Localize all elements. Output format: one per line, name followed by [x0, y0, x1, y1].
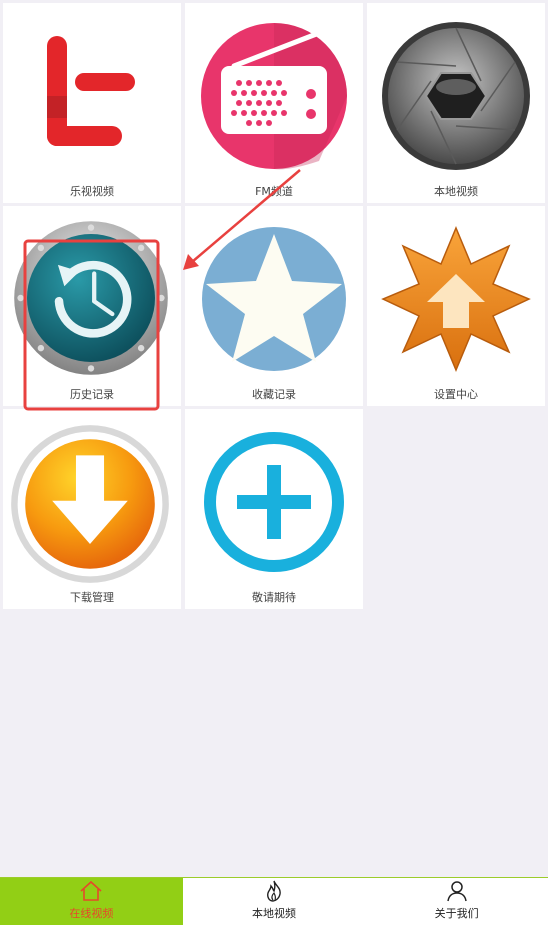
letv-logo-icon — [47, 36, 135, 146]
tab-online-video[interactable]: 在线视频 — [0, 878, 183, 925]
bottom-tab-bar: 在线视频 本地视频 关于我们 — [0, 877, 548, 925]
tile-label: 本地视频 — [434, 185, 478, 198]
flame-icon — [267, 880, 281, 902]
plus-circle-icon — [204, 432, 344, 572]
tile-download-manager[interactable]: 下载管理 — [3, 409, 181, 609]
tile-settings-center[interactable]: 设置中心 — [367, 206, 545, 406]
tile-label: 乐视视频 — [70, 185, 114, 198]
tile-letv-video[interactable]: 乐视视频 — [3, 3, 181, 203]
tile-label: 设置中心 — [434, 388, 478, 401]
download-arrow-icon — [11, 425, 169, 583]
settings-upload-icon — [381, 226, 531, 372]
radio-icon — [201, 23, 347, 170]
star-icon — [202, 227, 346, 371]
tile-coming-soon[interactable]: 敬请期待 — [185, 409, 363, 609]
camera-aperture-icon — [382, 22, 530, 170]
tile-history[interactable]: 历史记录 — [3, 206, 181, 406]
tab-label: 本地视频 — [252, 907, 296, 920]
tab-local-video[interactable]: 本地视频 — [183, 878, 366, 925]
tile-fm-channel[interactable]: FM频道 — [185, 3, 363, 203]
app-grid: 乐视视频 FM频道 本地视频 历史记录 收藏记录 设置中心 下载管理 敬请期待 — [3, 3, 545, 609]
home-icon — [80, 880, 102, 901]
tab-label: 在线视频 — [69, 907, 114, 920]
tile-label: 历史记录 — [70, 388, 114, 401]
tile-label: 敬请期待 — [252, 591, 296, 604]
tile-label: 收藏记录 — [252, 388, 296, 401]
tile-favorites[interactable]: 收藏记录 — [185, 206, 363, 406]
tab-about-us[interactable]: 关于我们 — [365, 878, 548, 925]
tile-label: FM频道 — [255, 185, 293, 198]
tile-label: 下载管理 — [70, 591, 114, 604]
tab-label: 关于我们 — [434, 907, 479, 920]
tile-local-video[interactable]: 本地视频 — [367, 3, 545, 203]
user-icon — [446, 881, 467, 902]
history-clock-icon — [14, 221, 168, 375]
